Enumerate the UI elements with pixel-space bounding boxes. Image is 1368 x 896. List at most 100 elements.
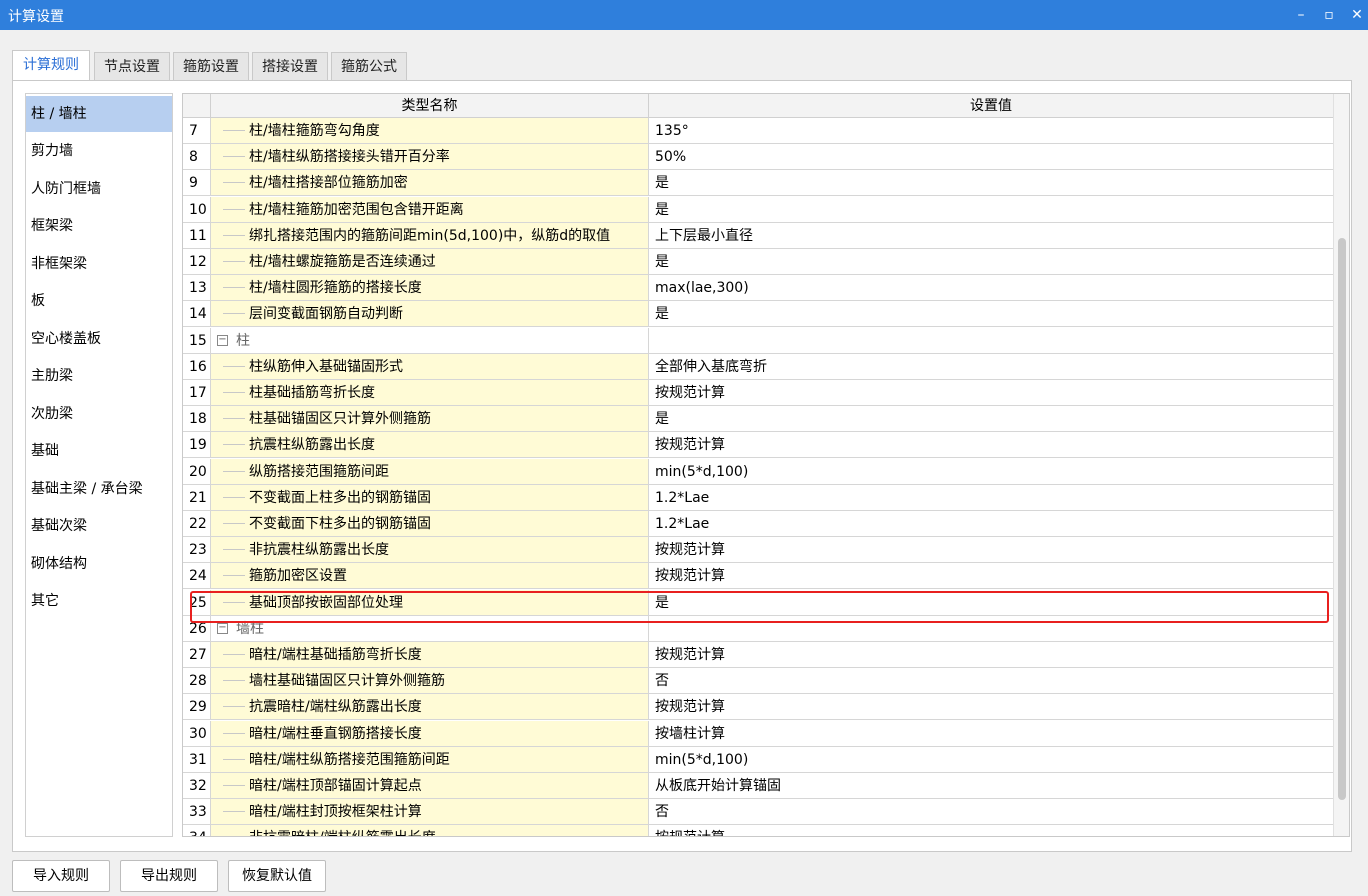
setting-value-cell[interactable]: 是 [649, 249, 1334, 275]
sidebar-item-slab[interactable]: 板 [26, 283, 172, 319]
table-row[interactable]: 17 柱基础插筋弯折长度 按规范计算 [183, 380, 1334, 406]
setting-value-cell[interactable]: 是 [649, 170, 1334, 197]
table-row[interactable]: 14 层间变截面钢筋自动判断 是 [183, 301, 1334, 328]
type-name-cell[interactable]: 纵筋搭接范围箍筋间距 [211, 458, 649, 485]
sidebar-item-frame-beam[interactable]: 框架梁 [26, 208, 172, 244]
type-name-cell[interactable]: 暗柱/端柱纵筋搭接范围箍筋间距 [211, 746, 649, 773]
sidebar-item-foundation[interactable]: 基础 [26, 433, 172, 469]
collapse-icon[interactable]: − [217, 335, 228, 347]
type-name-cell[interactable]: 箍筋加密区设置 [211, 563, 649, 590]
table-row[interactable]: 13 柱/墙柱圆形箍筋的搭接长度 max(lae,300) [183, 275, 1334, 302]
table-row[interactable]: 30 暗柱/端柱垂直钢筋搭接长度 按墙柱计算 [183, 720, 1334, 747]
setting-value-cell[interactable]: 全部伸入基底弯折 [649, 353, 1334, 380]
type-name-cell[interactable]: 暗柱/端柱垂直钢筋搭接长度 [211, 720, 649, 747]
tab-lap-settings[interactable]: 搭接设置 [252, 52, 328, 80]
setting-value-cell[interactable]: min(5*d,100) [649, 458, 1334, 485]
type-name-cell[interactable]: 柱纵筋伸入基础锚固形式 [211, 353, 649, 380]
scrollbar-thumb[interactable] [1338, 238, 1346, 800]
sidebar-item-civil-defense-wall[interactable]: 人防门框墙 [26, 171, 172, 207]
table-row[interactable]: 29 抗震暗柱/端柱纵筋露出长度 按规范计算 [183, 694, 1334, 721]
table-row[interactable]: 20 纵筋搭接范围箍筋间距 min(5*d,100) [183, 458, 1334, 485]
vertical-scrollbar[interactable] [1333, 94, 1349, 836]
table-row[interactable]: 21 不变截面上柱多出的钢筋锚固 1.2*Lae [183, 484, 1334, 511]
group-row[interactable]: 15− 柱 [183, 327, 1334, 354]
restore-defaults-button[interactable]: 恢复默认值 [228, 860, 326, 892]
type-name-cell[interactable]: 柱/墙柱搭接部位箍筋加密 [211, 170, 649, 197]
setting-value-cell[interactable]: 按规范计算 [649, 694, 1334, 721]
setting-value-cell[interactable]: 是 [649, 301, 1334, 328]
type-name-cell[interactable]: 柱/墙柱箍筋弯勾角度 [211, 118, 649, 144]
setting-value-cell[interactable]: 是 [649, 196, 1334, 223]
setting-value-cell[interactable]: 上下层最小直径 [649, 222, 1334, 249]
setting-value-cell[interactable]: 否 [649, 668, 1334, 695]
setting-value-cell[interactable]: 从板底开始计算锚固 [649, 773, 1334, 799]
table-row[interactable]: 19 抗震柱纵筋露出长度 按规范计算 [183, 432, 1334, 459]
sidebar-item-other[interactable]: 其它 [26, 583, 172, 619]
sidebar-item-column[interactable]: 柱 / 墙柱 [26, 96, 172, 132]
type-name-cell[interactable]: 墙柱基础锚固区只计算外侧箍筋 [211, 668, 649, 695]
type-name-cell[interactable]: 柱基础锚固区只计算外侧箍筋 [211, 406, 649, 433]
type-name-cell[interactable]: 柱基础插筋弯折长度 [211, 380, 649, 406]
table-row[interactable]: 28 墙柱基础锚固区只计算外侧箍筋 否 [183, 668, 1334, 695]
table-row[interactable]: 10 柱/墙柱箍筋加密范围包含错开距离 是 [183, 196, 1334, 223]
tab-stirrup-formula[interactable]: 箍筋公式 [331, 52, 407, 80]
sidebar-item-non-frame-beam[interactable]: 非框架梁 [26, 246, 172, 282]
setting-value-cell[interactable]: 否 [649, 799, 1334, 826]
close-icon[interactable]: ✕ [1346, 4, 1368, 26]
table-row[interactable]: 12 柱/墙柱螺旋箍筋是否连续通过 是 [183, 249, 1334, 275]
type-name-cell[interactable]: 暗柱/端柱顶部锚固计算起点 [211, 773, 649, 799]
type-name-cell[interactable]: 不变截面上柱多出的钢筋锚固 [211, 484, 649, 511]
type-name-cell[interactable]: 柱/墙柱箍筋加密范围包含错开距离 [211, 196, 649, 223]
sidebar-item-sub-rib[interactable]: 次肋梁 [26, 396, 172, 432]
sidebar-item-hollow-slab[interactable]: 空心楼盖板 [26, 321, 172, 357]
setting-value-cell[interactable]: 135° [649, 118, 1334, 144]
import-rules-button[interactable]: 导入规则 [12, 860, 110, 892]
table-row[interactable]: 23 非抗震柱纵筋露出长度 按规范计算 [183, 537, 1334, 564]
table-row[interactable]: 31 暗柱/端柱纵筋搭接范围箍筋间距 min(5*d,100) [183, 746, 1334, 773]
type-name-cell[interactable]: 暗柱/端柱封顶按框架柱计算 [211, 799, 649, 826]
type-name-cell[interactable]: 非抗震柱纵筋露出长度 [211, 537, 649, 564]
type-name-cell[interactable]: 非抗震暗柱/端柱纵筋露出长度 [211, 825, 649, 836]
table-row[interactable]: 18 柱基础锚固区只计算外侧箍筋 是 [183, 406, 1334, 433]
table-row[interactable]: 9 柱/墙柱搭接部位箍筋加密 是 [183, 170, 1334, 197]
maximize-icon[interactable]: ▫ [1318, 4, 1340, 26]
table-row[interactable]: 22 不变截面下柱多出的钢筋锚固 1.2*Lae [183, 511, 1334, 537]
type-name-cell[interactable]: 柱/墙柱螺旋箍筋是否连续通过 [211, 249, 649, 275]
collapse-icon[interactable]: − [217, 623, 228, 635]
table-row[interactable]: 34 非抗震暗柱/端柱纵筋露出长度 按规范计算 [183, 825, 1334, 836]
setting-value-cell[interactable]: 按规范计算 [649, 432, 1334, 459]
type-name-cell[interactable]: 不变截面下柱多出的钢筋锚固 [211, 511, 649, 537]
setting-value-cell[interactable]: 按规范计算 [649, 537, 1334, 564]
minimize-icon[interactable]: – [1290, 4, 1312, 26]
table-row[interactable]: 11 绑扎搭接范围内的箍筋间距min(5d,100)中，纵筋d的取值 上下层最小直径 [183, 222, 1334, 249]
setting-value-cell[interactable]: max(lae,300) [649, 275, 1334, 302]
setting-value-cell[interactable]: 1.2*Lae [649, 511, 1334, 537]
sidebar-item-shear-wall[interactable]: 剪力墙 [26, 133, 172, 169]
setting-value-cell[interactable]: 按规范计算 [649, 825, 1334, 836]
type-name-cell[interactable]: 柱/墙柱纵筋搭接接头错开百分率 [211, 144, 649, 171]
sidebar-item-masonry[interactable]: 砌体结构 [26, 546, 172, 582]
sidebar-item-foundation-sub-beam[interactable]: 基础次梁 [26, 508, 172, 544]
setting-value-cell[interactable]: 是 [649, 406, 1334, 433]
setting-value-cell[interactable]: 按规范计算 [649, 563, 1334, 590]
type-name-cell[interactable]: 抗震暗柱/端柱纵筋露出长度 [211, 694, 649, 721]
type-name-cell[interactable]: 抗震柱纵筋露出长度 [211, 432, 649, 459]
table-row[interactable]: 33 暗柱/端柱封顶按框架柱计算 否 [183, 799, 1334, 826]
table-row[interactable]: 27 暗柱/端柱基础插筋弯折长度 按规范计算 [183, 642, 1334, 668]
type-name-cell[interactable]: 绑扎搭接范围内的箍筋间距min(5d,100)中，纵筋d的取值 [211, 222, 649, 249]
table-row[interactable]: 7 柱/墙柱箍筋弯勾角度 135° [183, 118, 1334, 144]
tab-calc-rules[interactable]: 计算规则 [12, 50, 90, 80]
table-row[interactable]: 32 暗柱/端柱顶部锚固计算起点 从板底开始计算锚固 [183, 773, 1334, 799]
setting-value-cell[interactable]: 按规范计算 [649, 642, 1334, 668]
sidebar-item-main-rib[interactable]: 主肋梁 [26, 358, 172, 394]
setting-value-cell[interactable]: 1.2*Lae [649, 484, 1334, 511]
table-row[interactable]: 16 柱纵筋伸入基础锚固形式 全部伸入基底弯折 [183, 353, 1334, 380]
sidebar-item-foundation-main-beam[interactable]: 基础主梁 / 承台梁 [26, 471, 172, 507]
setting-value-cell[interactable]: 按规范计算 [649, 380, 1334, 406]
setting-value-cell[interactable]: min(5*d,100) [649, 746, 1334, 773]
type-name-cell[interactable]: 柱/墙柱圆形箍筋的搭接长度 [211, 275, 649, 302]
setting-value-cell[interactable]: 50% [649, 144, 1334, 171]
type-name-cell[interactable]: 暗柱/端柱基础插筋弯折长度 [211, 642, 649, 668]
type-name-cell[interactable]: − 柱 [211, 327, 649, 354]
tab-node-settings[interactable]: 节点设置 [94, 52, 170, 80]
